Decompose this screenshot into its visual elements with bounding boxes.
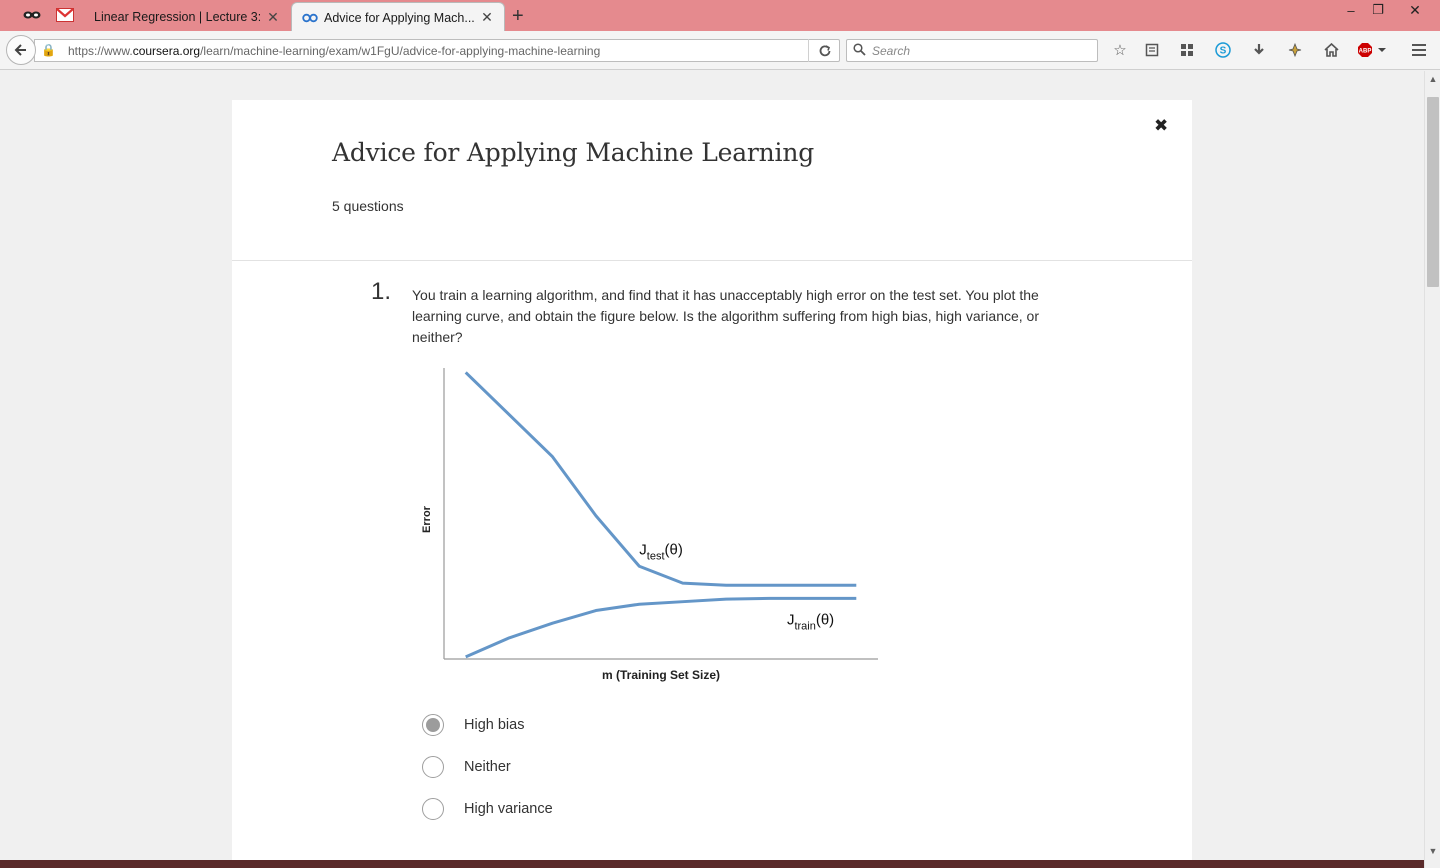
apps-grid-icon[interactable] — [1176, 39, 1198, 61]
header-divider — [232, 260, 1192, 261]
series-label-test: Jtest(θ) — [639, 541, 683, 562]
option-label: High bias — [464, 717, 525, 733]
minimize-button[interactable]: – — [1341, 0, 1361, 20]
svg-text:S: S — [1220, 46, 1227, 57]
scroll-down-arrow-icon[interactable]: ▼ — [1425, 843, 1440, 859]
url-text[interactable]: https://www.coursera.org/learn/machine-l… — [68, 44, 600, 58]
back-arrow-icon — [14, 44, 26, 56]
tab-advice[interactable]: Advice for Applying Mach... ✕ — [291, 2, 505, 32]
quiz-title: Advice for Applying Machine Learning — [332, 138, 815, 167]
option-label: Neither — [464, 759, 511, 775]
radio-button-selected[interactable] — [422, 714, 444, 736]
question-number: 1. — [371, 278, 392, 305]
svg-text:ABP: ABP — [1359, 49, 1372, 55]
coursera-icon — [302, 10, 318, 26]
close-quiz-icon[interactable]: ✖ — [1154, 116, 1168, 136]
tab-title: Linear Regression | Lecture 3: L... — [94, 10, 260, 24]
tab-linear-regression[interactable]: Linear Regression | Lecture 3: L... ✕ — [84, 3, 290, 31]
radio-button[interactable] — [422, 798, 444, 820]
bookmark-star-icon[interactable]: ☆ — [1109, 39, 1131, 61]
window-close-button[interactable]: ✕ — [1396, 0, 1434, 20]
page-viewport: ✖ Advice for Applying Machine Learning 5… — [0, 71, 1424, 868]
radio-button[interactable] — [422, 756, 444, 778]
reload-button[interactable] — [808, 39, 840, 62]
question-text: You train a learning algorithm, and find… — [412, 287, 1039, 345]
option-label: High variance — [464, 801, 553, 817]
option-neither[interactable]: Neither — [422, 754, 511, 780]
option-high-bias[interactable]: High bias — [422, 712, 524, 738]
scrollbar-thumb[interactable] — [1427, 97, 1439, 287]
tab-title: Advice for Applying Mach... — [324, 10, 474, 25]
question-count: 5 questions — [332, 198, 404, 214]
vertical-scrollbar[interactable]: ▲ ▼ — [1424, 71, 1440, 868]
quiz-card: ✖ Advice for Applying Machine Learning 5… — [232, 100, 1192, 868]
extension-icon[interactable] — [1284, 39, 1306, 61]
y-axis-label: Error — [421, 505, 433, 533]
scroll-up-arrow-icon[interactable]: ▲ — [1425, 71, 1440, 87]
back-button[interactable] — [6, 35, 36, 65]
series-label-train: Jtrain(θ) — [787, 611, 834, 632]
x-axis-label: m (Training Set Size) — [602, 668, 720, 682]
lock-warning-icon[interactable]: 🔒 — [41, 43, 56, 57]
new-tab-button[interactable]: + — [512, 5, 524, 28]
gmail-pinned-tab-icon[interactable] — [56, 7, 74, 23]
search-placeholder: Search — [872, 44, 911, 58]
reading-list-icon[interactable] — [1141, 39, 1163, 61]
close-tab-icon[interactable]: ✕ — [266, 9, 280, 26]
url-domain: coursera.org — [132, 44, 201, 58]
os-taskbar — [0, 860, 1424, 868]
download-icon[interactable] — [1248, 39, 1270, 61]
learning-curve-chart: Error m (Training Set Size) Jtest(θ) Jtrain… — [421, 368, 878, 682]
url-path: /learn/machine-learning/exam/w1FgU/advic… — [200, 44, 601, 58]
search-icon — [853, 43, 866, 59]
option-high-variance[interactable]: High variance — [422, 796, 553, 822]
home-icon[interactable] — [1320, 39, 1342, 61]
restore-button[interactable]: ❐ — [1368, 0, 1388, 20]
search-bar[interactable]: Search — [846, 39, 1098, 62]
close-tab-icon[interactable]: ✕ — [480, 9, 494, 26]
adblock-icon[interactable]: ABP — [1356, 39, 1388, 61]
navigation-bar: 🔒 https://www.coursera.org/learn/machine… — [0, 31, 1440, 70]
menu-hamburger-icon[interactable] — [1408, 39, 1430, 61]
skype-icon[interactable]: S — [1212, 39, 1234, 61]
url-bar[interactable]: 🔒 https://www.coursera.org/learn/machine… — [34, 39, 840, 62]
title-bar: Linear Regression | Lecture 3: L... ✕ Ad… — [0, 0, 1440, 32]
url-prefix: https://www. — [68, 44, 133, 58]
private-browsing-icon — [23, 7, 41, 23]
reload-icon — [819, 44, 830, 56]
